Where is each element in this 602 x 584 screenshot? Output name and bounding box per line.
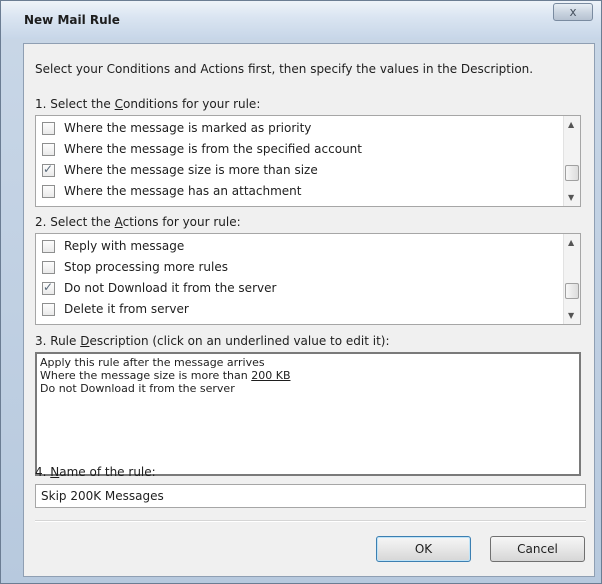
action-item[interactable]: Stop processing more rules bbox=[36, 256, 563, 278]
actions-list[interactable]: Reply with message Stop processing more … bbox=[35, 233, 581, 325]
ok-button[interactable]: OK bbox=[376, 536, 471, 562]
dialog-title: New Mail Rule bbox=[24, 13, 120, 27]
actions-label: 2. Select the Actions for your rule: bbox=[35, 215, 241, 229]
description-line: Where the message size is more than 200 … bbox=[40, 369, 291, 382]
condition-item[interactable]: Where the message is marked as priority bbox=[36, 117, 563, 139]
size-value-link[interactable]: 200 KB bbox=[251, 369, 290, 382]
condition-checkbox[interactable] bbox=[42, 121, 55, 135]
rule-description-box[interactable]: Apply this rule after the message arrive… bbox=[35, 352, 581, 476]
condition-label: Where the message has an attachment bbox=[64, 184, 302, 198]
scroll-down-arrow-icon[interactable]: ▼ bbox=[568, 311, 574, 320]
rule-name-input[interactable]: Skip 200K Messages bbox=[35, 484, 586, 508]
action-label: Do not Download it from the server bbox=[64, 281, 277, 295]
description-line: Do not Download it from the server bbox=[40, 382, 235, 395]
scroll-up-arrow-icon[interactable]: ▲ bbox=[568, 120, 574, 129]
action-checkbox[interactable] bbox=[42, 239, 55, 253]
condition-label: Where the message is marked as priority bbox=[64, 121, 312, 135]
condition-label: Where the message size is more than size bbox=[64, 163, 318, 177]
title-bar[interactable]: New Mail Rule x bbox=[1, 1, 601, 39]
conditions-list[interactable]: Where the message is marked as priority … bbox=[35, 115, 581, 207]
condition-item[interactable]: Where the message is from the specified … bbox=[36, 138, 563, 160]
conditions-scrollbar[interactable]: ▲ ▼ bbox=[563, 116, 580, 206]
action-checkbox[interactable] bbox=[42, 260, 55, 274]
rule-name-label: 4. Name of the rule: bbox=[35, 465, 156, 479]
action-label: Delete it from server bbox=[64, 302, 189, 316]
cancel-button[interactable]: Cancel bbox=[490, 536, 585, 562]
action-item[interactable]: Do not Download it from the server bbox=[36, 277, 563, 299]
action-label: Stop processing more rules bbox=[64, 260, 228, 274]
action-label: Reply with message bbox=[64, 239, 185, 253]
actions-scrollbar[interactable]: ▲ ▼ bbox=[563, 234, 580, 324]
close-button[interactable]: x bbox=[553, 3, 593, 21]
close-icon: x bbox=[569, 5, 577, 19]
condition-item[interactable]: Where the message size is more than size bbox=[36, 159, 563, 181]
condition-checkbox[interactable] bbox=[42, 162, 55, 177]
scroll-down-arrow-icon[interactable]: ▼ bbox=[568, 193, 574, 202]
scrollbar-thumb[interactable] bbox=[565, 165, 579, 181]
divider bbox=[35, 520, 586, 522]
action-checkbox[interactable] bbox=[42, 280, 55, 295]
dialog-body: Select your Conditions and Actions first… bbox=[23, 43, 595, 577]
action-item[interactable]: Reply with message bbox=[36, 235, 563, 257]
condition-item[interactable]: Where the message has an attachment bbox=[36, 180, 563, 202]
description-label: 3. Rule Description (click on an underli… bbox=[35, 334, 390, 348]
action-checkbox[interactable] bbox=[42, 302, 55, 316]
condition-checkbox[interactable] bbox=[42, 184, 55, 198]
instructions-text: Select your Conditions and Actions first… bbox=[35, 62, 534, 76]
condition-label: Where the message is from the specified … bbox=[64, 142, 362, 156]
action-item[interactable]: Delete it from server bbox=[36, 298, 563, 320]
description-line: Apply this rule after the message arrive… bbox=[40, 356, 265, 369]
conditions-label: 1. Select the Conditions for your rule: bbox=[35, 97, 261, 111]
new-mail-rule-dialog: New Mail Rule x Select your Conditions a… bbox=[0, 0, 602, 584]
scroll-up-arrow-icon[interactable]: ▲ bbox=[568, 238, 574, 247]
scrollbar-thumb[interactable] bbox=[565, 283, 579, 299]
condition-checkbox[interactable] bbox=[42, 142, 55, 156]
